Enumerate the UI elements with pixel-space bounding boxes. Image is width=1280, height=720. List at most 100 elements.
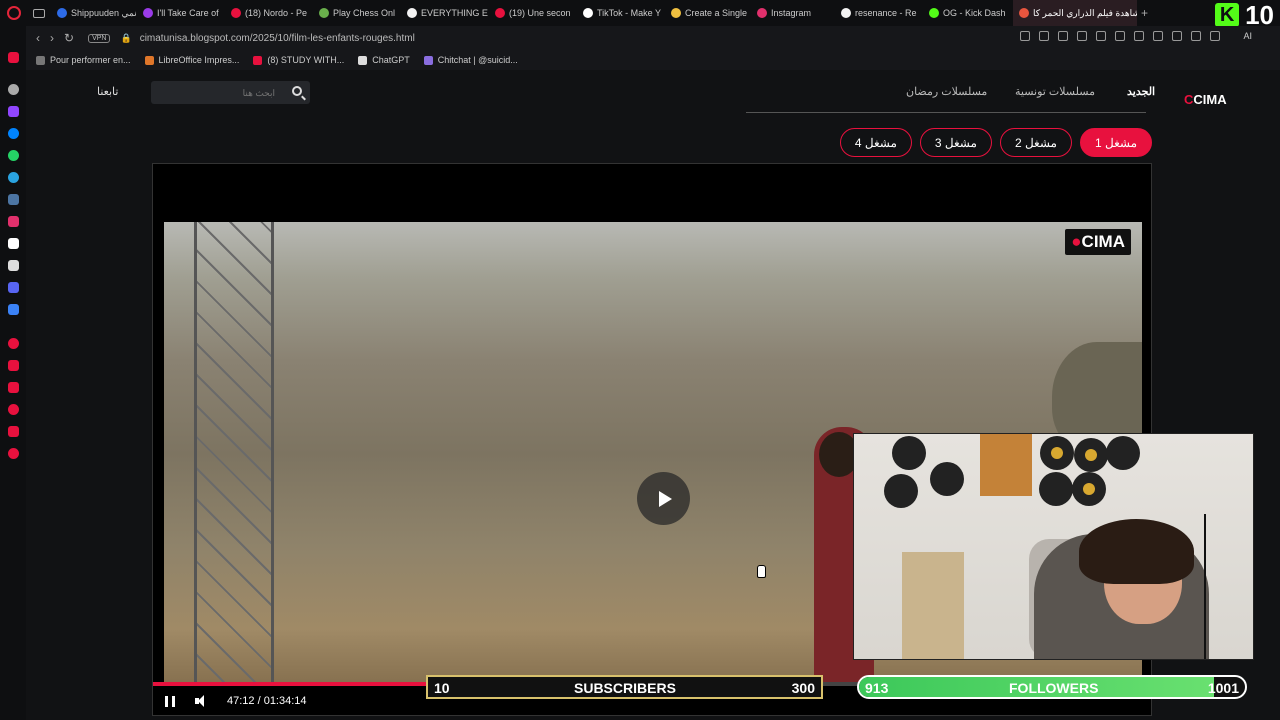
puzzle-icon[interactable]	[1191, 31, 1201, 41]
nav-new[interactable]: الجديد	[1127, 85, 1155, 98]
browser-tab[interactable]: (18) Nordo - Pe	[225, 0, 313, 26]
volume-icon[interactable]	[195, 695, 209, 707]
reload-icon[interactable]: ↻	[64, 31, 74, 45]
tab-label: resenance - Re	[855, 8, 917, 18]
tiktok-icon[interactable]	[8, 238, 19, 249]
play-icon[interactable]	[1096, 31, 1106, 41]
browser-sidebar	[0, 26, 26, 720]
bookmark-item[interactable]: (8) STUDY WITH...	[253, 55, 344, 65]
workspace-icon[interactable]	[8, 338, 19, 349]
browser-tab[interactable]: (19) Une secon	[489, 0, 577, 26]
vinyl-record	[1074, 438, 1108, 472]
browser-tab[interactable]: Create a Single	[665, 0, 751, 26]
tab-label: Play Chess Onl	[333, 8, 396, 18]
browser-tab[interactable]: EVERYTHING E	[401, 0, 489, 26]
x-icon[interactable]	[8, 260, 19, 271]
discord-icon[interactable]	[8, 282, 19, 293]
pylon-graphic	[194, 222, 274, 685]
heart-icon[interactable]	[8, 382, 19, 393]
back-icon[interactable]: ‹	[36, 31, 40, 45]
tab-label: مشاهدة فيلم الذراري الحمر كا	[1033, 7, 1137, 18]
url-field[interactable]: cimatunisa.blogspot.com/2025/10/film-les…	[140, 33, 415, 44]
subscribers-goal-bar: 10 SUBSCRIBERS 300	[426, 675, 823, 699]
server-tab-1[interactable]: مشغل 1	[1079, 128, 1152, 157]
vk-icon[interactable]	[8, 194, 19, 205]
site-logo[interactable]: CCIMA	[1184, 92, 1227, 107]
player-icon[interactable]	[8, 360, 19, 371]
browser-tab[interactable]: Play Chess Onl	[313, 0, 401, 26]
lock-icon[interactable]: 🔒	[120, 33, 131, 44]
translate-icon[interactable]	[1077, 31, 1087, 41]
bookmark-item[interactable]: Pour performer en...	[36, 55, 131, 65]
forward-icon[interactable]: ›	[50, 31, 54, 45]
telegram-icon[interactable]	[8, 172, 19, 183]
tab-favicon-icon	[495, 8, 505, 18]
extension-icon[interactable]	[8, 304, 19, 315]
play-icon[interactable]	[637, 472, 690, 525]
tab-label: TikTok - Make Y	[597, 8, 662, 18]
nav-tunisian-series[interactable]: مسلسلات تونسية	[1015, 85, 1095, 98]
pause-icon[interactable]	[165, 695, 175, 707]
opera-logo-icon[interactable]	[7, 6, 21, 20]
search-box	[151, 81, 310, 104]
site-header: CCIMA الجديد مسلسلات تونسية مسلسلات رمضا…	[26, 70, 1280, 114]
browser-tab[interactable]: Instagram	[751, 0, 835, 26]
subscribers-end: 300	[791, 680, 815, 696]
bookmark-label: (8) STUDY WITH...	[267, 55, 345, 65]
tab-overview-icon[interactable]	[33, 8, 45, 18]
bookmark-item[interactable]: Chitchat | @suicid...	[423, 55, 518, 65]
bookmark-label: ChatGPT	[372, 55, 410, 65]
server-tab-3[interactable]: مشغل 3	[919, 128, 992, 157]
cube-icon[interactable]	[8, 426, 19, 437]
ext-green-icon[interactable]	[1172, 31, 1182, 41]
vinyl-record	[1106, 436, 1140, 470]
download-icon[interactable]	[1210, 31, 1220, 41]
new-tab-button[interactable]: +	[1141, 6, 1148, 20]
browser-tab[interactable]: OG - Kick Dash	[923, 0, 1013, 26]
ai-button[interactable]: AI	[1243, 31, 1252, 41]
whatsapp-icon[interactable]	[8, 150, 19, 161]
browser-tab[interactable]: I'll Take Care of	[137, 0, 225, 26]
browser-tab[interactable]: TikTok - Make Y	[577, 0, 665, 26]
heart-icon[interactable]	[1115, 31, 1125, 41]
tab-favicon-icon	[929, 8, 939, 18]
poster	[980, 434, 1032, 496]
server-tab-2[interactable]: مشغل 2	[999, 128, 1072, 157]
server-tab-4[interactable]: مشغل 4	[839, 128, 912, 157]
vinyl-record	[1072, 472, 1106, 506]
bookmark-item[interactable]: ChatGPT	[358, 55, 410, 65]
browser-tab[interactable]: Shippuuden انمي	[51, 0, 137, 26]
server-tabs: مشغل 1 مشغل 2 مشغل 3 مشغل 4	[822, 128, 1152, 157]
shield-icon[interactable]	[1058, 31, 1068, 41]
search-input[interactable]	[151, 87, 281, 98]
bookmark-label: Pour performer en...	[50, 55, 131, 65]
browser-tab-bar: Shippuuden انمي I'll Take Care of (18) Nor…	[0, 0, 1280, 30]
snapshot-icon[interactable]	[1039, 31, 1049, 41]
bookmark-icon	[36, 55, 45, 65]
ext-red-icon[interactable]	[1134, 31, 1144, 41]
nav-ramadan-series[interactable]: مسلسلات رمضان	[906, 85, 987, 98]
bookmark-icon	[144, 55, 154, 65]
instagram-icon[interactable]	[8, 216, 19, 227]
tab-favicon-icon	[231, 8, 241, 18]
bookmark-item[interactable]: LibreOffice Impres...	[144, 55, 239, 65]
speed-dial-icon[interactable]	[8, 52, 19, 63]
time-display: 47:12 / 01:34:14	[227, 695, 307, 707]
follow-us-link[interactable]: تابعنا	[97, 85, 118, 98]
chatgpt-icon[interactable]	[8, 84, 19, 95]
ext-blue-icon[interactable]	[1153, 31, 1163, 41]
logo-text: CIMA	[1193, 92, 1227, 107]
vpn-badge[interactable]: VPN	[88, 33, 111, 43]
settings-icon[interactable]	[8, 448, 19, 459]
browser-tab[interactable]: resenance - Re	[835, 0, 923, 26]
twitch-icon[interactable]	[8, 106, 19, 117]
history-icon[interactable]	[8, 404, 19, 415]
browser-tab[interactable]: مشاهدة فيلم الذراري الحمر كا×	[1013, 0, 1137, 26]
messenger-icon[interactable]	[8, 128, 19, 139]
tab-favicon-icon	[143, 8, 153, 18]
tab-label: (18) Nordo - Pe	[245, 8, 308, 18]
search-icon[interactable]	[292, 86, 302, 96]
vinyl-record	[1039, 472, 1073, 506]
tab-label: (19) Une secon	[509, 8, 571, 18]
pin-icon[interactable]	[1020, 31, 1030, 41]
